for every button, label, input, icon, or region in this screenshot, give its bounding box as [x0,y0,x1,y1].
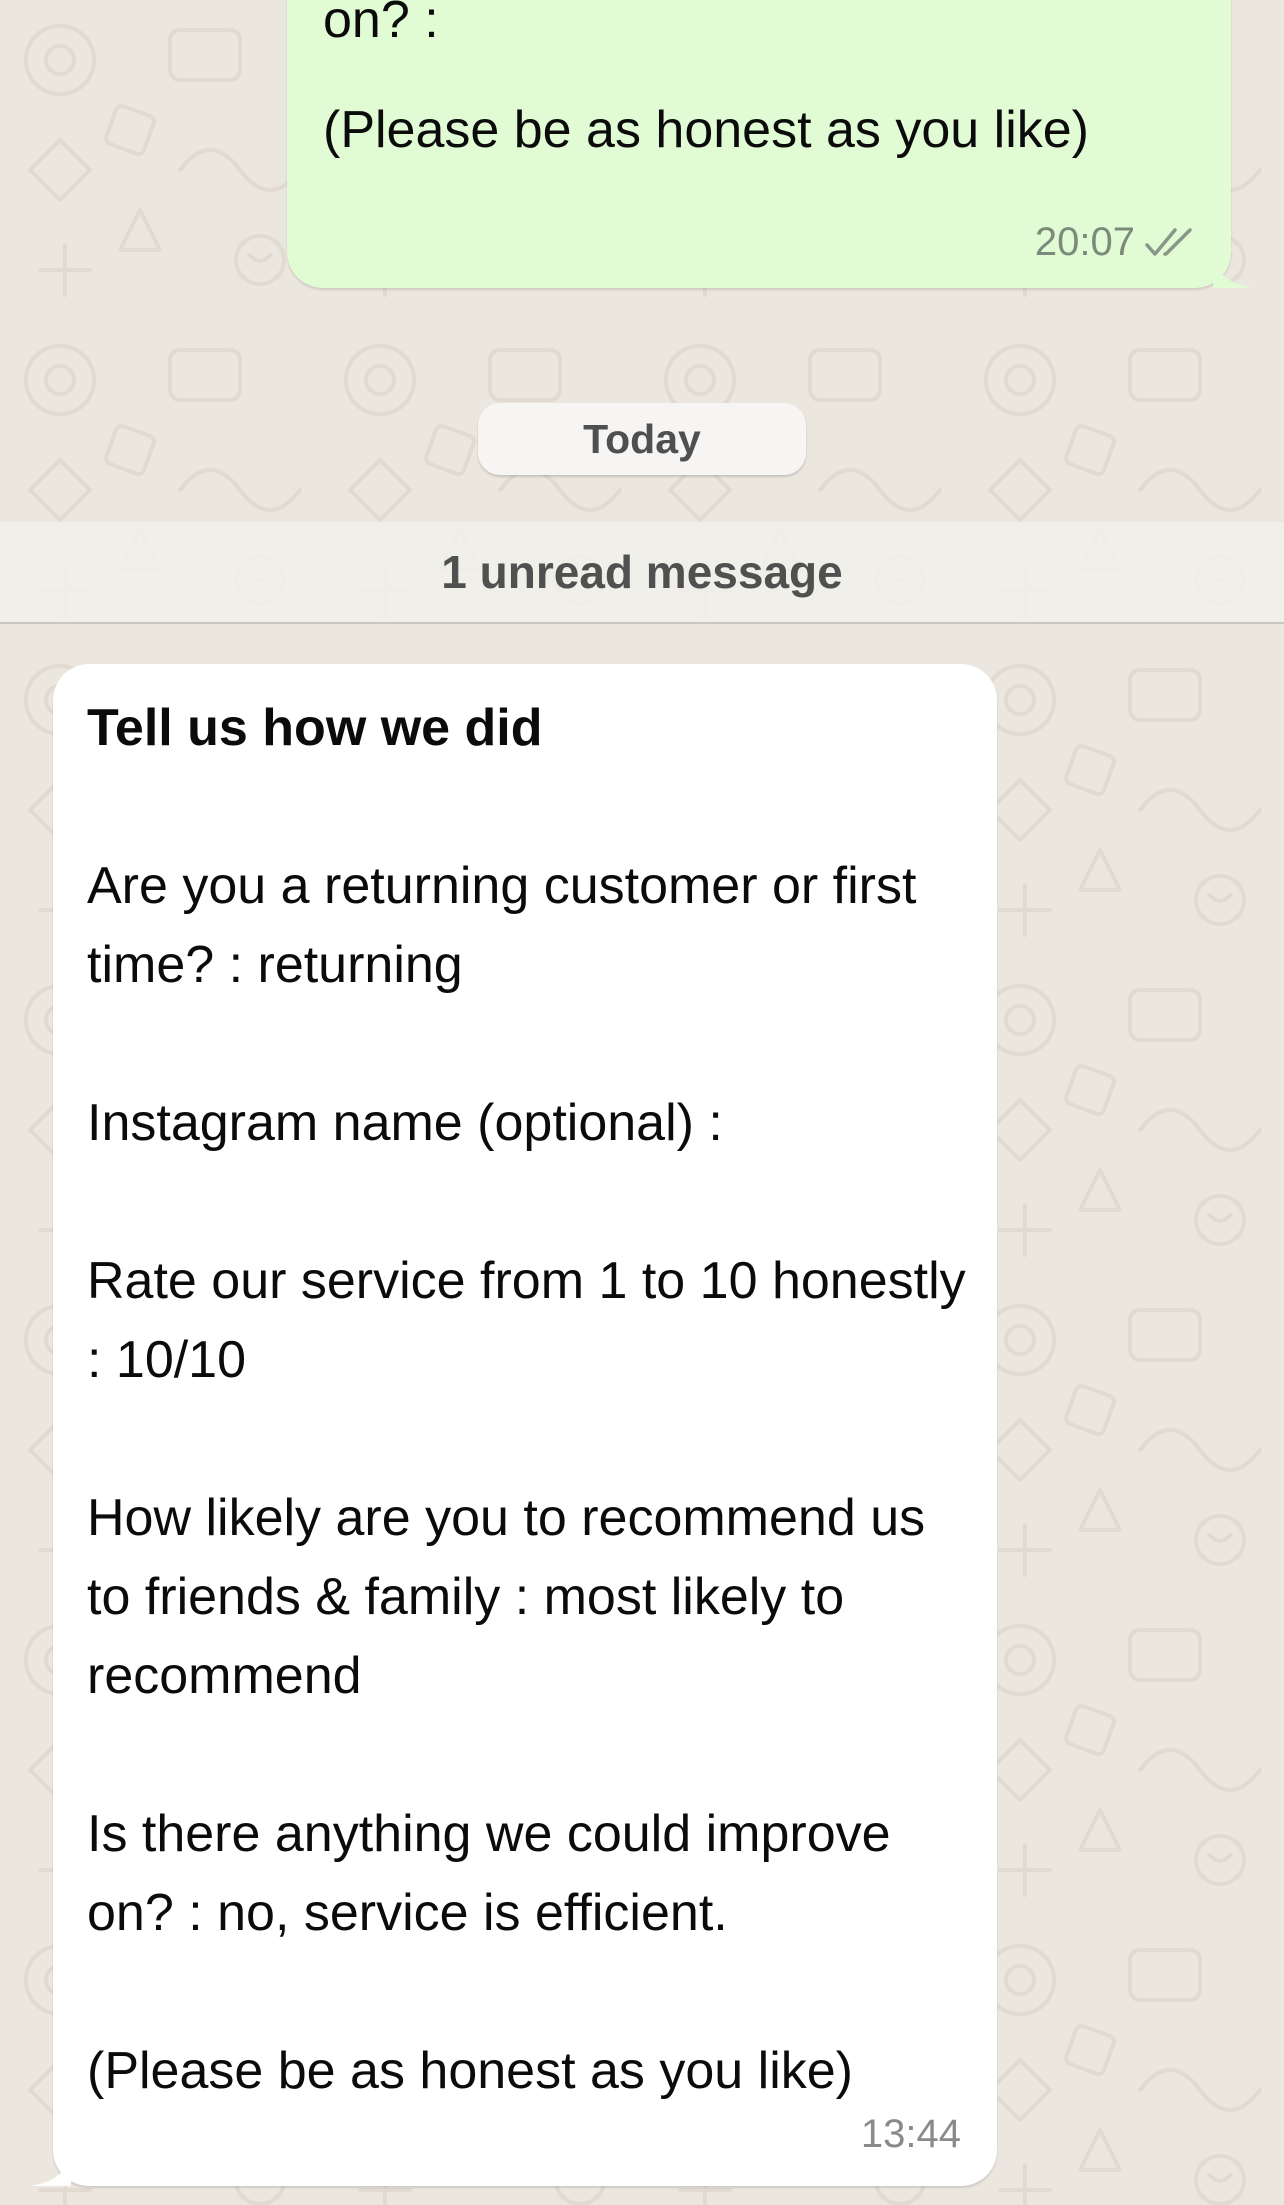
incoming-message-text: Tell us how we did Are you a returning c… [87,689,977,2111]
double-check-icon [1145,227,1192,256]
bubble-tail [31,2156,71,2186]
outgoing-message-meta: 20:07 [1035,220,1197,265]
outgoing-message-bubble[interactable]: on? : (Please be as honest as you like) … [287,0,1253,288]
unread-messages-divider: 1 unread message [0,522,1284,624]
unread-messages-label: 1 unread message [441,546,843,598]
outgoing-message-line: (Please be as honest as you like) [323,101,1089,159]
message-paragraph: How likely are you to recommend us to fr… [87,1489,926,1705]
message-paragraph: Are you a returning customer or first ti… [87,857,917,994]
message-title: Tell us how we did [87,699,543,757]
date-divider: Today [478,403,806,475]
outgoing-message-line: on? : [323,0,439,49]
message-paragraph: Is there anything we could improve on? :… [87,1805,891,1942]
incoming-message-time: 13:44 [860,2112,961,2156]
bubble-tail [1213,258,1253,288]
incoming-message-bubble[interactable]: Tell us how we did Are you a returning c… [31,664,997,2186]
message-paragraph: (Please be as honest as you like) [87,2042,853,2100]
outgoing-message-time: 20:07 [1034,220,1135,264]
message-paragraph: Instagram name (optional) : [87,1094,723,1152]
message-paragraph: Rate our service from 1 to 10 honestly :… [87,1252,966,1389]
